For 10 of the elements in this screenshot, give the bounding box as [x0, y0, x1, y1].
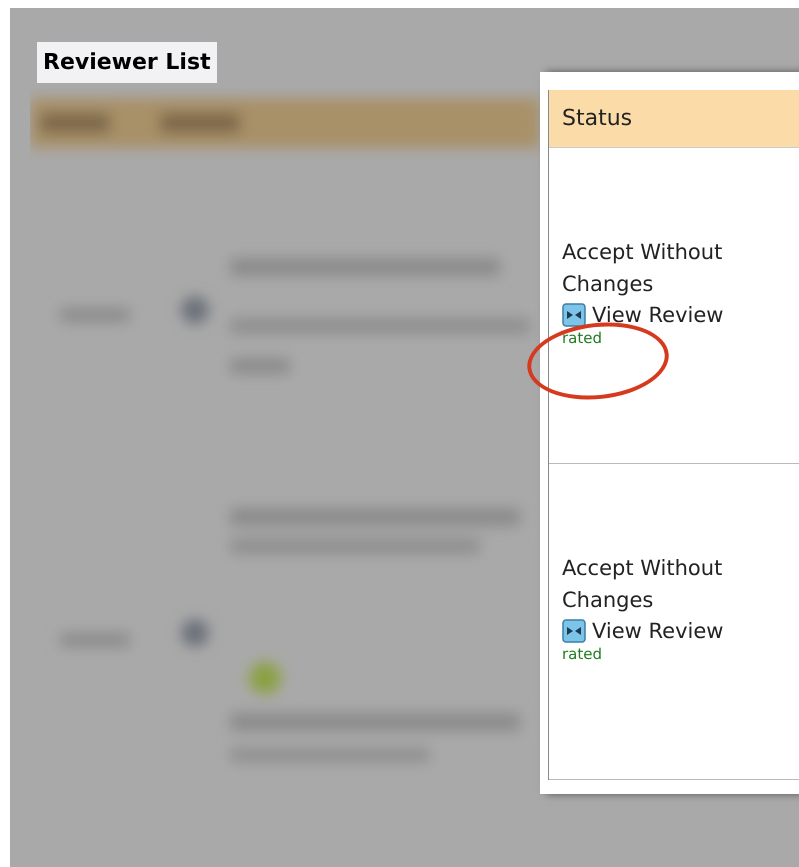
- status-text: Accept Without Changes: [562, 238, 724, 298]
- section-title: Reviewer List: [37, 42, 217, 83]
- rated-note: rated: [562, 646, 603, 662]
- column-header: Status: [549, 90, 799, 148]
- view-review-link[interactable]: View Review: [592, 616, 724, 646]
- view-review-link[interactable]: View Review: [592, 300, 724, 330]
- rated-note: rated: [562, 330, 603, 346]
- status-text: Accept Without Changes: [562, 554, 724, 614]
- review-icon: [562, 618, 586, 642]
- review-icon: [562, 302, 586, 326]
